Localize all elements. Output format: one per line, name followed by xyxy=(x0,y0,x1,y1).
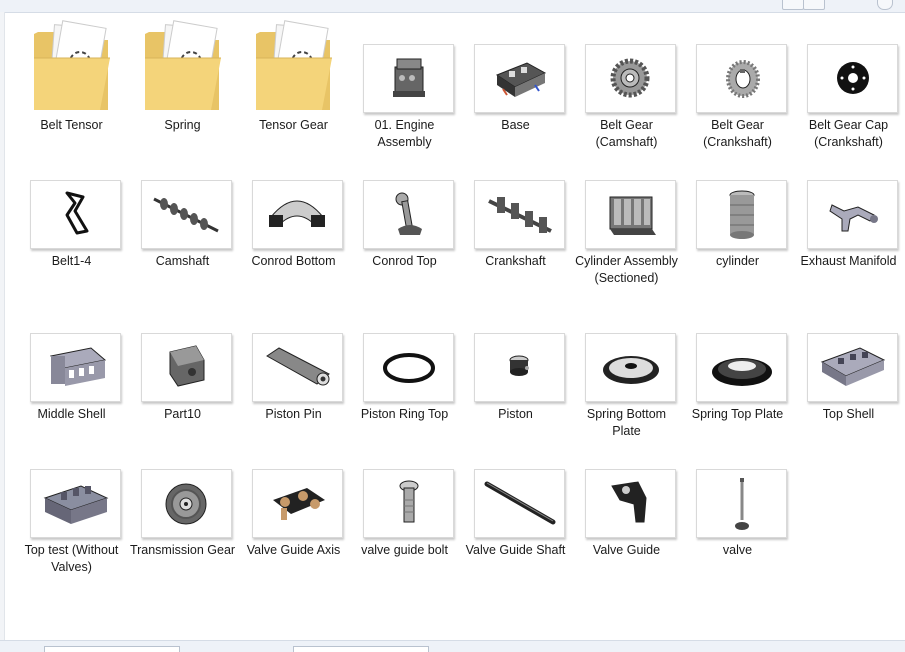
crankshaft-icon xyxy=(488,197,552,233)
file-name-label: Transmission Gear xyxy=(129,543,236,557)
file-name-label: Camshaft xyxy=(155,254,210,268)
file-name-label: Cylinder Assembly (Sectioned) xyxy=(575,254,678,285)
valve-guide-shaft-icon xyxy=(484,481,556,525)
file-thumbnail xyxy=(696,44,787,113)
file-name-label: Spring Bottom Plate xyxy=(586,407,667,438)
file-thumbnail xyxy=(696,180,787,249)
file-name-label: Valve Guide xyxy=(592,543,661,557)
file-thumbnail xyxy=(474,469,565,538)
file-name-label: Belt1-4 xyxy=(51,254,92,268)
file-name-label: Valve Guide Axis xyxy=(246,543,341,557)
file-thumbnail xyxy=(252,180,343,249)
piston-ring-icon xyxy=(383,353,435,383)
file-name-label: Exhaust Manifold xyxy=(800,254,897,268)
file-thumbnail xyxy=(585,44,676,113)
file-name-label: Belt Gear (Crankshaft) xyxy=(703,118,772,149)
file-name-label: Middle Shell xyxy=(37,407,106,421)
cylinder-icon xyxy=(729,190,755,239)
file-thumbnail xyxy=(474,333,565,402)
file-name-label: 01. Engine Assembly xyxy=(374,118,435,149)
crankshaft-gear-icon xyxy=(726,60,760,98)
filename-field[interactable] xyxy=(44,646,180,652)
file-name-label: Belt Tensor xyxy=(40,118,103,132)
file-name-label: valve guide bolt xyxy=(361,543,448,557)
conrod-bottom-icon xyxy=(269,200,325,227)
file-name-label: Top test (Without Valves) xyxy=(24,543,119,574)
folder-icon xyxy=(145,20,221,110)
transmission-gear-icon xyxy=(165,483,207,525)
folder-thumbnail xyxy=(141,18,230,118)
folder-icon xyxy=(256,20,332,110)
cylinder-assembly-icon xyxy=(609,196,656,235)
valve-guide-axis-icon xyxy=(273,488,325,520)
spring-top-plate-icon xyxy=(712,358,772,386)
file-name-label: Conrod Bottom xyxy=(251,254,336,268)
file-thumbnail xyxy=(141,333,232,402)
file-thumbnail xyxy=(363,333,454,402)
file-name-label: Valve Guide Shaft xyxy=(465,543,566,557)
file-thumbnail xyxy=(807,44,898,113)
file-name-label: Belt Gear Cap (Crankshaft) xyxy=(808,118,889,149)
file-name-label: Tensor Gear xyxy=(259,118,328,132)
file-thumbnail xyxy=(141,469,232,538)
piston-pin-icon xyxy=(266,347,330,386)
file-name-label: Belt Gear (Camshaft) xyxy=(595,118,658,149)
valve-icon xyxy=(735,478,749,530)
file-grid: Belt Tensor Spring Tensor Gear 01. Engine… xyxy=(0,0,905,640)
gear-cap-icon xyxy=(837,62,869,94)
file-name-label: valve xyxy=(722,543,753,557)
file-thumbnail xyxy=(252,469,343,538)
file-name-label: Top Shell xyxy=(822,407,875,421)
status-bar xyxy=(0,640,905,652)
file-thumbnail xyxy=(252,333,343,402)
piston-icon xyxy=(509,355,529,376)
file-thumbnail xyxy=(807,333,898,402)
file-thumbnail xyxy=(30,469,121,538)
folder-icon xyxy=(34,20,110,110)
base-icon xyxy=(495,62,547,97)
engine-assembly-icon xyxy=(393,58,425,97)
file-name-label: Piston xyxy=(498,407,533,421)
file-name-label: Piston Pin xyxy=(265,407,322,421)
file-name-label: Crankshaft xyxy=(485,254,546,268)
valve-guide-bolt-icon xyxy=(399,480,419,523)
file-thumbnail xyxy=(474,44,565,113)
file-thumbnail xyxy=(363,469,454,538)
file-thumbnail xyxy=(363,44,454,113)
file-name-label: cylinder xyxy=(715,254,760,268)
file-name-label: Part10 xyxy=(164,407,201,421)
file-thumbnail xyxy=(474,180,565,249)
exhaust-manifold-icon xyxy=(829,204,878,232)
valve-guide-icon xyxy=(611,481,647,523)
camshaft-icon xyxy=(153,197,219,233)
file-name-label: Piston Ring Top xyxy=(360,407,449,421)
camshaft-gear-icon xyxy=(610,58,650,98)
part10-icon xyxy=(169,345,205,387)
file-thumbnail xyxy=(585,333,676,402)
file-type-field[interactable] xyxy=(293,646,429,652)
file-name-label: Spring Top Plate xyxy=(691,407,784,421)
file-name-label: Conrod Top xyxy=(372,254,437,268)
file-thumbnail xyxy=(30,333,121,402)
file-thumbnail xyxy=(585,180,676,249)
file-thumbnail xyxy=(696,333,787,402)
file-thumbnail xyxy=(696,469,787,538)
folder-thumbnail xyxy=(30,18,119,118)
file-thumbnail xyxy=(30,180,121,249)
conrod-top-icon xyxy=(395,192,422,235)
file-thumbnail xyxy=(141,180,232,249)
file-name-label: Base xyxy=(501,118,530,132)
top-test-icon xyxy=(43,485,109,524)
top-shell-icon xyxy=(820,347,886,386)
middle-shell-icon xyxy=(49,347,107,386)
file-thumbnail xyxy=(363,180,454,249)
spring-bottom-plate-icon xyxy=(603,356,659,384)
file-name-label: Spring xyxy=(164,118,201,132)
belt-icon xyxy=(65,191,89,235)
folder-thumbnail xyxy=(252,18,341,118)
file-thumbnail xyxy=(585,469,676,538)
file-thumbnail xyxy=(807,180,898,249)
